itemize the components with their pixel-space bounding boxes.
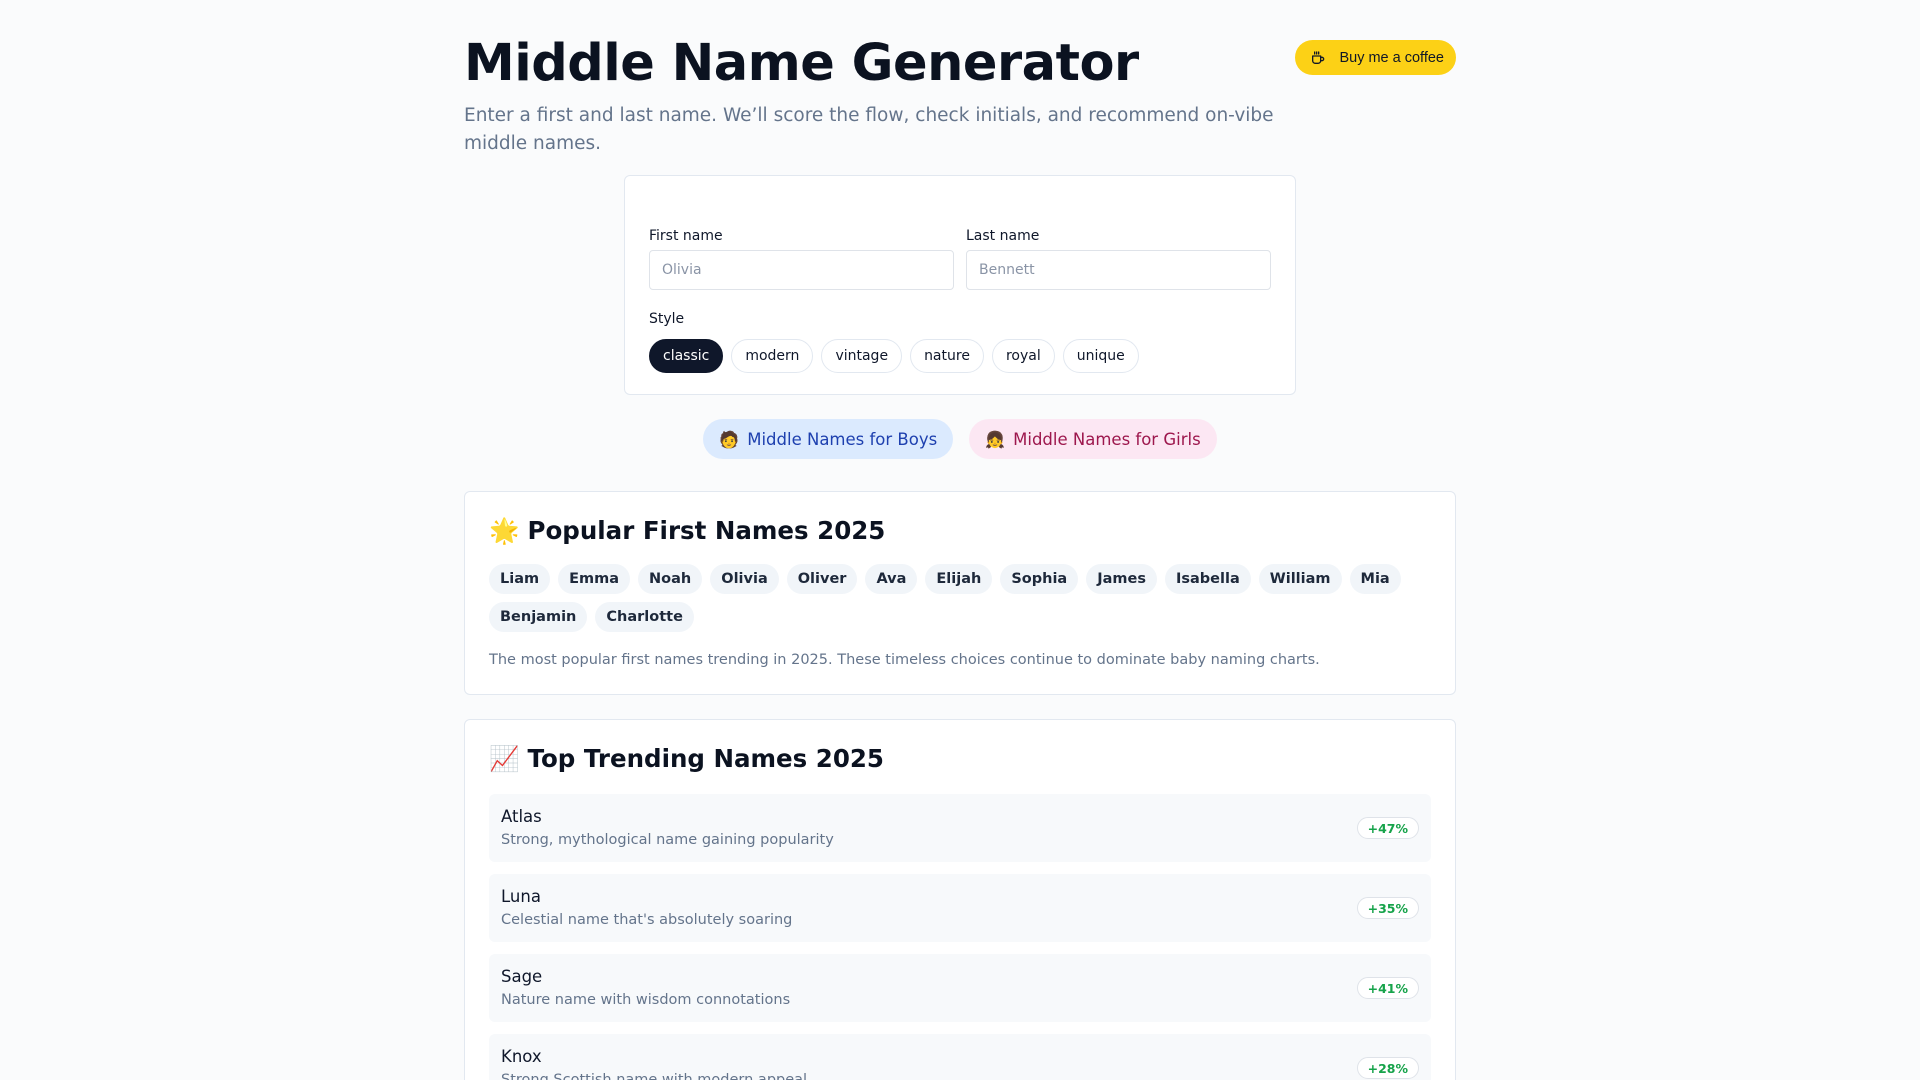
trending-item[interactable]: Knox Strong Scottish name with modern ap…	[489, 1034, 1431, 1080]
name-tag[interactable]: Olivia	[710, 564, 779, 594]
boy-emoji-icon: 🧑	[719, 429, 740, 449]
boys-middle-names-link[interactable]: 🧑 Middle Names for Boys	[703, 419, 954, 459]
last-name-label: Last name	[966, 228, 1040, 244]
buy-coffee-button[interactable]: Buy me a coffee	[1295, 40, 1456, 75]
name-tag[interactable]: Ava	[865, 564, 918, 594]
girls-link-label: Middle Names for Girls	[1013, 429, 1201, 449]
style-chip-modern[interactable]: modern	[731, 339, 814, 373]
style-label: Style	[649, 311, 685, 327]
popular-name-tags: Liam Emma Noah Olivia Oliver Ava Elijah …	[489, 564, 1429, 632]
trending-names-card: 📈 Top Trending Names 2025 Atlas Strong, …	[464, 719, 1456, 1080]
name-tag[interactable]: Emma	[558, 564, 631, 594]
name-tag[interactable]: Sophia	[1000, 564, 1079, 594]
boys-link-label: Middle Names for Boys	[747, 429, 938, 449]
trending-item-description: Strong, mythological name gaining popula…	[501, 832, 834, 848]
growth-badge: +28%	[1356, 1057, 1419, 1079]
last-name-input[interactable]	[966, 250, 1271, 290]
trending-item-description: Nature name with wisdom connotations	[501, 992, 791, 1008]
name-tag[interactable]: Noah	[638, 564, 703, 594]
name-tag[interactable]: Charlotte	[595, 602, 694, 632]
trending-list: Atlas Strong, mythological name gaining …	[489, 794, 1431, 1080]
trending-item-name: Luna	[501, 887, 541, 906]
style-chip-nature[interactable]: nature	[910, 339, 984, 373]
page: Middle Name Generator Enter a first and …	[464, 0, 1456, 1080]
star-icon: 🌟	[489, 515, 520, 545]
popular-names-description: The most popular first names trending in…	[489, 652, 1320, 668]
trending-item-description: Celestial name that's absolutely soaring	[501, 912, 793, 928]
growth-badge: +41%	[1356, 977, 1419, 999]
popular-names-card: 🌟 Popular First Names 2025 Liam Emma Noa…	[464, 491, 1456, 695]
trending-item-text: Atlas Strong, mythological name gaining …	[501, 807, 834, 849]
first-name-label: First name	[649, 228, 723, 244]
first-name-input[interactable]	[649, 250, 954, 290]
trending-item-text: Knox Strong Scottish name with modern ap…	[501, 1047, 807, 1080]
trending-item[interactable]: Sage Nature name with wisdom connotation…	[489, 954, 1431, 1022]
style-chip-unique[interactable]: unique	[1062, 339, 1139, 373]
name-tag[interactable]: Elijah	[925, 564, 993, 594]
last-name-group: Last name	[966, 228, 1271, 290]
name-tag[interactable]: Benjamin	[489, 602, 588, 632]
name-tag[interactable]: Mia	[1349, 564, 1401, 594]
trending-names-title: Top Trending Names 2025	[527, 743, 884, 773]
style-chip-group: classic modern vintage nature royal uniq…	[649, 339, 1271, 373]
trending-item-name: Atlas	[501, 807, 542, 826]
gender-links: 🧑 Middle Names for Boys 👧 Middle Names f…	[464, 419, 1456, 459]
trending-item[interactable]: Atlas Strong, mythological name gaining …	[489, 794, 1431, 862]
trending-names-heading: 📈 Top Trending Names 2025	[489, 720, 1431, 776]
trending-item-description: Strong Scottish name with modern appeal	[501, 1072, 808, 1080]
trending-chart-icon: 📈	[489, 743, 520, 773]
popular-names-title: Popular First Names 2025	[527, 515, 886, 545]
girls-middle-names-link[interactable]: 👧 Middle Names for Girls	[969, 419, 1217, 459]
girl-emoji-icon: 👧	[985, 429, 1006, 449]
trending-item[interactable]: Luna Celestial name that's absolutely so…	[489, 874, 1431, 942]
coffee-cup-icon	[1307, 47, 1329, 69]
name-tag[interactable]: Liam	[489, 564, 551, 594]
name-tag[interactable]: Oliver	[786, 564, 858, 594]
header: Middle Name Generator Enter a first and …	[464, 0, 1456, 158]
first-name-group: First name	[649, 228, 954, 290]
name-tag[interactable]: Isabella	[1164, 564, 1251, 594]
name-tag[interactable]: James	[1086, 564, 1157, 594]
style-chip-vintage[interactable]: vintage	[821, 339, 903, 373]
growth-badge: +35%	[1356, 897, 1419, 919]
trending-item-name: Sage	[501, 967, 543, 986]
name-fields: First name Last name	[649, 176, 1271, 290]
growth-badge: +47%	[1356, 817, 1419, 839]
trending-item-name: Knox	[501, 1047, 542, 1066]
trending-item-text: Luna Celestial name that's absolutely so…	[501, 887, 792, 929]
name-tag[interactable]: William	[1258, 564, 1342, 594]
buy-coffee-label: Buy me a coffee	[1339, 49, 1444, 66]
style-chip-classic[interactable]: classic	[649, 339, 724, 373]
page-subtitle: Enter a first and last name. We’ll score…	[464, 105, 1274, 154]
name-form-card: First name Last name Style classic moder…	[624, 175, 1296, 395]
popular-names-heading: 🌟 Popular First Names 2025	[489, 492, 1431, 548]
trending-item-text: Sage Nature name with wisdom connotation…	[501, 967, 790, 1009]
style-chip-royal[interactable]: royal	[991, 339, 1055, 373]
